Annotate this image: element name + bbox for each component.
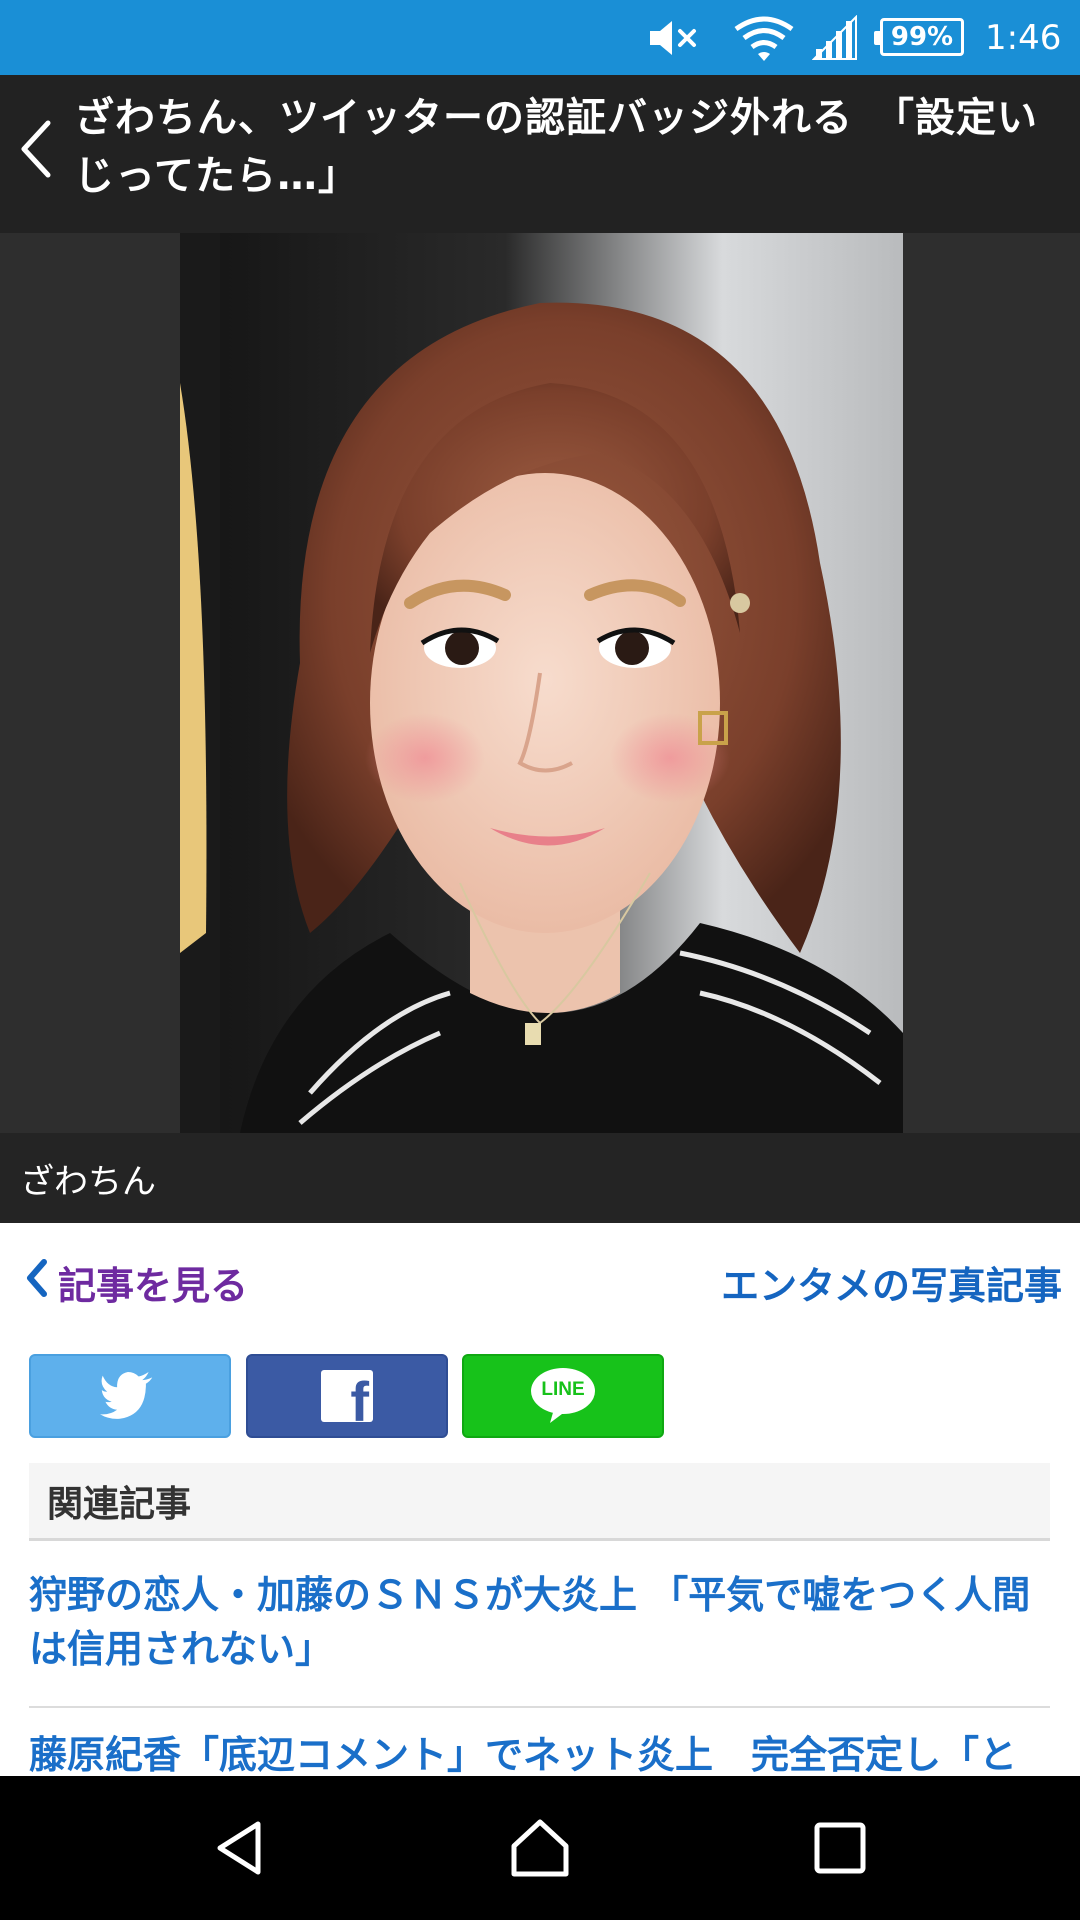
back-button[interactable] — [8, 109, 64, 189]
line-icon: LINE — [530, 1367, 596, 1425]
facebook-icon: f — [321, 1370, 373, 1422]
signal-icon — [812, 0, 858, 75]
clock: 1:46 — [985, 17, 1062, 58]
home-icon — [511, 1819, 569, 1877]
nav-back-button[interactable] — [180, 1776, 300, 1920]
view-article-link[interactable]: 記事を見る — [24, 1255, 248, 1310]
volume-mute-icon — [648, 0, 704, 75]
battery-icon: 99% — [874, 18, 964, 56]
share-buttons: f LINE — [0, 1354, 1080, 1440]
article-photo[interactable] — [180, 233, 903, 1133]
related-article-link[interactable]: 狩野の恋人・加藤のＳＮＳが大炎上 「平気で嘘をつく人間は信用されない」 — [29, 1568, 1050, 1676]
line-icon-label: LINE — [541, 1379, 585, 1400]
nav-home-button[interactable] — [480, 1776, 600, 1920]
related-articles-header: 関連記事 — [29, 1463, 1050, 1541]
facebook-icon-letter: f — [350, 1370, 369, 1423]
category-photos-link[interactable]: エンタメの写真記事 — [721, 1255, 1062, 1310]
battery-percent: 99% — [890, 22, 954, 52]
related-articles-heading: 関連記事 — [47, 1483, 192, 1525]
system-nav-bar — [0, 1776, 1080, 1920]
triangle-back-icon — [217, 1821, 261, 1875]
view-article-label: 記事を見る — [58, 1264, 249, 1308]
wifi-icon — [734, 0, 794, 75]
line-share-button[interactable]: LINE — [462, 1354, 664, 1438]
chevron-left-icon — [21, 120, 51, 178]
photo-caption: ざわちん — [20, 1161, 156, 1202]
twitter-share-button[interactable] — [29, 1354, 231, 1438]
article-nav: 記事を見る エンタメの写真記事 — [0, 1223, 1080, 1333]
photo-caption-bar: ざわちん — [0, 1133, 1080, 1223]
status-bar: 99% 1:46 — [0, 0, 1080, 75]
divider — [29, 1706, 1050, 1708]
related-article-link[interactable]: 藤原紀香「底辺コメント」でネット炎上 完全否定し「と — [29, 1728, 1050, 1782]
twitter-icon — [100, 1372, 153, 1419]
facebook-share-button[interactable]: f — [246, 1354, 448, 1438]
photo-viewer — [0, 233, 1080, 1133]
nav-recents-button[interactable] — [780, 1776, 900, 1920]
page-title: ざわちん、ツイッターの認証バッジ外れる 「設定いじってたら…」 — [74, 95, 1038, 199]
chevron-left-icon — [24, 1258, 50, 1307]
app-header: ざわちん、ツイッターの認証バッジ外れる 「設定いじってたら…」 — [0, 75, 1080, 233]
recents-square-icon — [814, 1822, 866, 1874]
